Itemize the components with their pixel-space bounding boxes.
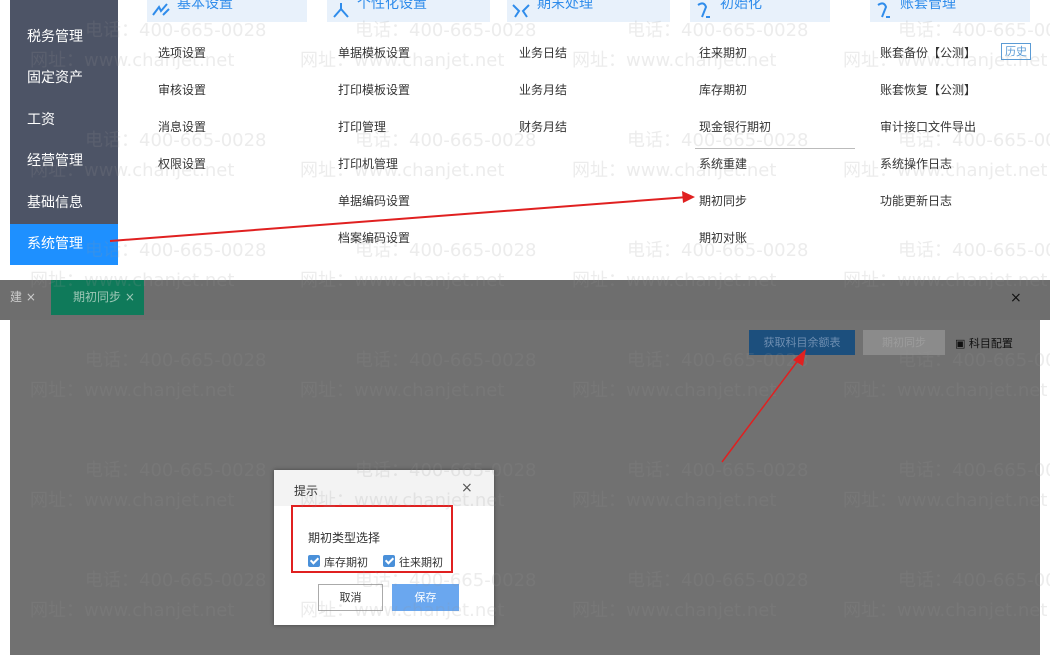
watermark-phone: 电话：400-665-0028 bbox=[355, 240, 537, 261]
watermark-phone: 电话：400-665-0028 bbox=[355, 460, 537, 481]
menu-item-monthly-close[interactable]: 业务月结 bbox=[519, 81, 567, 98]
subject-config-label: 科目配置 bbox=[968, 337, 1013, 350]
watermark-phone: 电话：400-665-0028 bbox=[355, 130, 537, 151]
initialization-icon bbox=[697, 2, 710, 18]
menu-item-restore[interactable]: 账套恢复【公测】 bbox=[880, 81, 976, 98]
watermark-phone: 电话：400-665-0028 bbox=[85, 130, 267, 151]
close-all-icon[interactable]: × bbox=[1010, 290, 1022, 306]
watermark-phone: 电话：400-665-0028 bbox=[898, 20, 1050, 41]
watermark-phone: 电话：400-665-0028 bbox=[898, 460, 1050, 481]
watermark-site: 网址：www.chanjet.net bbox=[30, 160, 235, 181]
tab-label: 个性化设置 bbox=[357, 0, 427, 12]
basic-settings-icon bbox=[152, 3, 170, 16]
tab-label: 基本设置 bbox=[177, 0, 233, 12]
menu-item-daily-close[interactable]: 业务日结 bbox=[519, 44, 567, 61]
sidebar-item-basic-info[interactable]: 基础信息 bbox=[10, 183, 118, 224]
watermark-site: 网址：www.chanjet.net bbox=[300, 600, 505, 621]
menu-item-update-log[interactable]: 功能更新日志 bbox=[880, 192, 952, 209]
tab-initialization[interactable]: 初始化 bbox=[690, 0, 830, 22]
watermark-site: 网址：www.chanjet.net bbox=[30, 270, 235, 291]
watermark-site: 网址：www.chanjet.net bbox=[30, 50, 235, 71]
period-end-icon bbox=[512, 4, 530, 18]
watermark-phone: 电话：400-665-0028 bbox=[85, 240, 267, 261]
watermark-phone: 电话：400-665-0028 bbox=[898, 130, 1050, 151]
tab-label: 初始化 bbox=[720, 0, 762, 12]
watermark-site: 网址：www.chanjet.net bbox=[300, 160, 505, 181]
watermark-phone: 电话：400-665-0028 bbox=[898, 570, 1050, 591]
account-management-icon bbox=[877, 2, 890, 18]
menu-item-doc-numbering[interactable]: 单据编码设置 bbox=[338, 192, 410, 209]
personalization-icon bbox=[333, 3, 349, 18]
subject-config-link[interactable]: ▣ 科目配置 bbox=[955, 335, 1013, 351]
watermark-site: 网址：www.chanjet.net bbox=[572, 380, 777, 401]
watermark-site: 网址：www.chanjet.net bbox=[572, 50, 777, 71]
watermark-site: 网址：www.chanjet.net bbox=[843, 600, 1048, 621]
watermark-site: 网址：www.chanjet.net bbox=[572, 270, 777, 291]
watermark-site: 网址：www.chanjet.net bbox=[300, 380, 505, 401]
tab-label: 账套管理 bbox=[900, 0, 956, 12]
watermark-phone: 电话：400-665-0028 bbox=[627, 570, 809, 591]
watermark-site: 网址：www.chanjet.net bbox=[843, 270, 1048, 291]
watermark-phone: 电话：400-665-0028 bbox=[355, 20, 537, 41]
menu-item-print-template[interactable]: 打印模板设置 bbox=[338, 81, 410, 98]
watermark-site: 网址：www.chanjet.net bbox=[843, 490, 1048, 511]
watermark-site: 网址：www.chanjet.net bbox=[30, 380, 235, 401]
menu-item-inventory-opening[interactable]: 库存期初 bbox=[699, 81, 747, 98]
watermark-phone: 电话：400-665-0028 bbox=[627, 20, 809, 41]
watermark-phone: 电话：400-665-0028 bbox=[898, 240, 1050, 261]
watermark-site: 网址：www.chanjet.net bbox=[300, 50, 505, 71]
config-icon: ▣ bbox=[955, 337, 969, 350]
watermark-phone: 电话：400-665-0028 bbox=[85, 460, 267, 481]
watermark-phone: 电话：400-665-0028 bbox=[85, 20, 267, 41]
menu-item-audit[interactable]: 审核设置 bbox=[158, 81, 206, 98]
watermark-site: 网址：www.chanjet.net bbox=[572, 160, 777, 181]
watermark-phone: 电话：400-665-0028 bbox=[355, 570, 537, 591]
watermark-site: 网址：www.chanjet.net bbox=[843, 160, 1048, 181]
watermark-phone: 电话：400-665-0028 bbox=[627, 350, 809, 371]
watermark-phone: 电话：400-665-0028 bbox=[627, 130, 809, 151]
watermark-site: 网址：www.chanjet.net bbox=[843, 380, 1048, 401]
tab-label: 期末处理 bbox=[537, 0, 593, 12]
watermark-site: 网址：www.chanjet.net bbox=[300, 270, 505, 291]
watermark-site: 网址：www.chanjet.net bbox=[30, 600, 235, 621]
watermark-site: 网址：www.chanjet.net bbox=[572, 490, 777, 511]
tab-personalization[interactable]: 个性化设置 bbox=[327, 0, 490, 22]
watermark-phone: 电话：400-665-0028 bbox=[627, 460, 809, 481]
watermark-phone: 电话：400-665-0028 bbox=[85, 570, 267, 591]
highlight-box bbox=[291, 505, 453, 573]
tab-basic-settings[interactable]: 基本设置 bbox=[147, 0, 307, 22]
watermark-phone: 电话：400-665-0028 bbox=[355, 350, 537, 371]
tab-period-end[interactable]: 期末处理 bbox=[507, 0, 670, 22]
watermark-phone: 电话：400-665-0028 bbox=[627, 240, 809, 261]
watermark-site: 网址：www.chanjet.net bbox=[572, 600, 777, 621]
tab-account-management[interactable]: 账套管理 bbox=[870, 0, 1030, 22]
watermark-phone: 电话：400-665-0028 bbox=[898, 350, 1050, 371]
menu-item-opening-sync[interactable]: 期初同步 bbox=[699, 192, 747, 209]
watermark-site: 网址：www.chanjet.net bbox=[843, 50, 1048, 71]
watermark-site: 网址：www.chanjet.net bbox=[30, 490, 235, 511]
watermark-site: 网址：www.chanjet.net bbox=[300, 490, 505, 511]
watermark-phone: 电话：400-665-0028 bbox=[85, 350, 267, 371]
